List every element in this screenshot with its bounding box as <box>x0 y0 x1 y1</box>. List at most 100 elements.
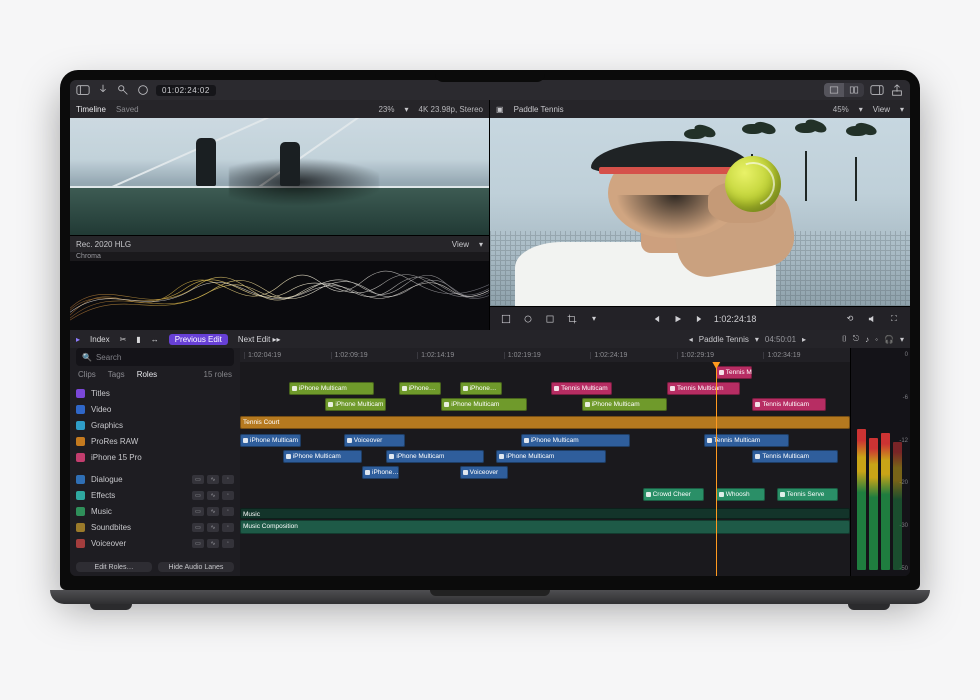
role-row[interactable]: Voiceover▭∿◦ <box>70 535 240 551</box>
timeline-clip[interactable]: Whoosh <box>716 488 765 501</box>
timeline-clip[interactable]: iPhone Multicam <box>496 450 606 463</box>
role-row[interactable]: Graphics <box>70 417 240 433</box>
timeline-clip[interactable]: Voiceover <box>460 466 509 479</box>
playhead[interactable] <box>716 362 717 576</box>
tab-saved[interactable]: Saved <box>116 105 139 114</box>
tab-roles[interactable]: Roles <box>137 370 157 379</box>
timeline-ruler[interactable]: 1:02:04:191:02:09:191:02:14:191:02:19:19… <box>240 348 850 362</box>
music-clip[interactable]: Music Composition <box>240 520 850 534</box>
chevron-down-icon[interactable]: ▾ <box>404 105 408 114</box>
import-icon[interactable] <box>96 83 110 97</box>
timeline-clip[interactable]: iPhone… <box>362 466 399 479</box>
crop-icon[interactable] <box>564 311 580 327</box>
color-icon[interactable] <box>520 311 536 327</box>
ruler-tick: 1:02:34:19 <box>763 352 850 359</box>
blade-tool-icon[interactable]: ▮ <box>136 335 140 344</box>
timeline-project-name[interactable]: Paddle Tennis <box>699 335 749 344</box>
meter-channel <box>881 433 890 570</box>
share-icon[interactable] <box>890 83 904 97</box>
keyword-icon[interactable] <box>116 83 130 97</box>
chevron-down-icon[interactable]: ▾ <box>859 105 863 114</box>
screen-bezel: 01:02:24:02 Timelin <box>60 70 920 590</box>
timeline-clip[interactable]: iPhone Multicam <box>582 398 667 411</box>
event-viewer[interactable] <box>70 118 489 235</box>
tools-menu-icon[interactable]: ▾ <box>900 335 904 344</box>
transform-icon[interactable] <box>542 311 558 327</box>
timeline-clip[interactable]: iPhone Multicam <box>240 434 301 447</box>
music-lane[interactable]: Music <box>240 508 850 519</box>
prev-edit-button[interactable] <box>648 311 664 327</box>
event-zoom[interactable]: 23% <box>378 105 394 114</box>
timeline-clip[interactable]: iPhone Multicam <box>441 398 526 411</box>
role-row[interactable]: Music▭∿◦ <box>70 503 240 519</box>
inspector-toggle-icon[interactable] <box>870 83 884 97</box>
effects-icon[interactable] <box>498 311 514 327</box>
chevron-down-icon[interactable]: ▾ <box>755 335 759 344</box>
loop-icon[interactable]: ⟲ <box>842 311 858 327</box>
fullscreen-icon[interactable]: ⛶ <box>886 311 902 327</box>
timeline-clip[interactable]: Tennis Multicam <box>752 398 825 411</box>
chevron-down-icon[interactable]: ▾ <box>479 240 483 249</box>
timeline-tracks[interactable]: Tennis MulticamiPhone MulticamiPhone…iPh… <box>240 362 850 576</box>
retime-icon[interactable]: ▾ <box>586 311 602 327</box>
role-row[interactable]: iPhone 15 Pro <box>70 449 240 465</box>
snap-icon[interactable]: ⌷ <box>842 334 847 344</box>
timeline-clip[interactable]: iPhone Multicam <box>386 450 484 463</box>
position-tool-icon[interactable]: ↔ <box>151 335 159 344</box>
solo-icon[interactable]: ◦ <box>875 335 878 344</box>
timeline-clip[interactable]: Crowd Cheer <box>643 488 704 501</box>
trim-tool-icon[interactable]: ✂ <box>120 335 127 344</box>
timeline-clip[interactable]: Tennis Multicam <box>667 382 740 395</box>
timeline-clip[interactable]: Tennis Multicam <box>551 382 612 395</box>
scope-view-menu[interactable]: View <box>452 240 469 249</box>
role-row[interactable]: Dialogue▭∿◦ <box>70 471 240 487</box>
edit-roles-button[interactable]: Edit Roles… <box>76 562 152 572</box>
timeline-clip[interactable]: Voiceover <box>344 434 405 447</box>
timeline-clip[interactable]: Tennis Multicam <box>752 450 837 463</box>
viewer-view-menu[interactable]: View <box>873 105 890 114</box>
sidebar-toggle-icon[interactable] <box>76 83 90 97</box>
search-input[interactable]: 🔍 Search <box>76 348 234 366</box>
role-row[interactable]: Titles <box>70 385 240 401</box>
scope-waveform[interactable] <box>70 261 489 330</box>
skimming-icon[interactable]: ⎋ <box>853 334 859 344</box>
timeline-clip[interactable]: iPhone Multicam <box>325 398 386 411</box>
timeline-clip[interactable]: Tennis Serve <box>777 488 838 501</box>
role-row[interactable]: Video <box>70 401 240 417</box>
timeline-clip[interactable]: iPhone Multicam <box>521 434 631 447</box>
search-icon: 🔍 <box>82 353 92 362</box>
hide-audio-lanes-button[interactable]: Hide Audio Lanes <box>158 562 234 572</box>
timeline-clip[interactable]: iPhone Multicam <box>283 450 362 463</box>
meter-mark: 0 <box>894 352 908 358</box>
next-edit-button[interactable] <box>692 311 708 327</box>
viewer-zoom[interactable]: 45% <box>833 105 849 114</box>
app-window: 01:02:24:02 Timelin <box>70 80 910 576</box>
chevron-down-icon[interactable]: ▾ <box>900 105 904 114</box>
background-tasks-icon[interactable] <box>136 83 150 97</box>
role-row[interactable]: ProRes RAW <box>70 433 240 449</box>
tab-timeline[interactable]: Timeline <box>76 105 106 114</box>
timeline-clip[interactable]: iPhone Multicam <box>289 382 374 395</box>
timeline-clip[interactable]: iPhone… <box>399 382 442 395</box>
timeline-clip[interactable]: Tennis Multicam <box>716 366 753 379</box>
viewer-transport: ▾ 1:02:24:18 ⟲ ⛶ <box>490 306 910 330</box>
role-row[interactable]: Effects▭∿◦ <box>70 487 240 503</box>
timeline-clip[interactable]: iPhone… <box>460 382 503 395</box>
headphones-icon[interactable]: 🎧 <box>884 335 894 344</box>
tab-tags[interactable]: Tags <box>108 370 125 379</box>
audio-skim-icon[interactable]: ♪ <box>865 335 869 344</box>
next-edit-button[interactable]: Next Edit ▸▸ <box>238 335 281 344</box>
program-viewer[interactable] <box>490 118 910 306</box>
audio-icon[interactable] <box>864 311 880 327</box>
primary-storyline[interactable]: Tennis Court <box>240 416 850 429</box>
film-icon: ▣ <box>496 105 504 114</box>
previous-edit-button[interactable]: Previous Edit <box>169 334 228 345</box>
audio-meters: 0-6-12-20-30-50 <box>850 348 910 576</box>
tab-clips[interactable]: Clips <box>78 370 96 379</box>
timeline[interactable]: 1:02:04:191:02:09:191:02:14:191:02:19:19… <box>240 348 850 576</box>
play-button[interactable] <box>670 311 686 327</box>
role-row[interactable]: Soundbites▭∿◦ <box>70 519 240 535</box>
layout-segmented[interactable] <box>824 83 864 97</box>
index-label[interactable]: Index <box>90 335 110 344</box>
timeline-duration: 04:50:01 <box>765 335 796 344</box>
